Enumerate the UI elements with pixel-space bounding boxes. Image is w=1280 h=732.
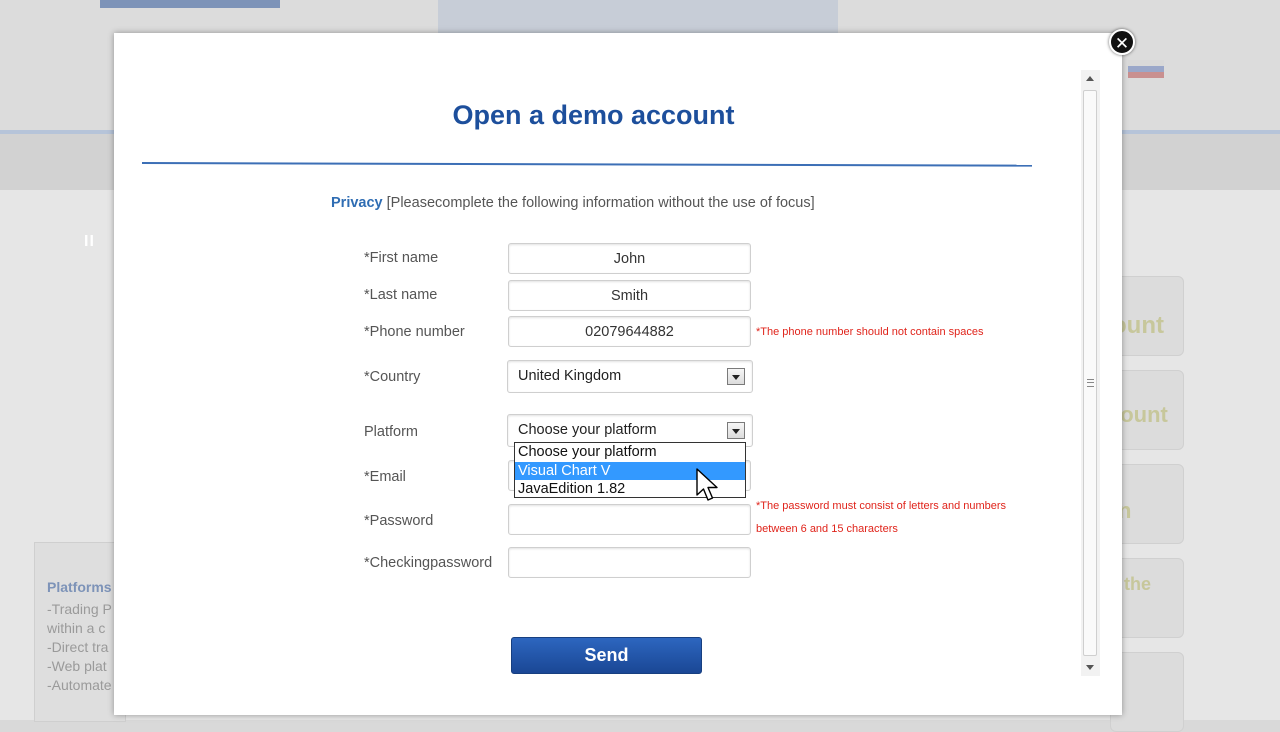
- country-label: *Country: [364, 369, 421, 385]
- first-name-label: *First name: [364, 250, 439, 266]
- checking-password-label: *Checkingpassword: [364, 555, 493, 571]
- phone-label: *Phone number: [364, 324, 465, 340]
- modal-title: Open a demo account: [452, 100, 735, 130]
- scroll-down-icon[interactable]: [1086, 665, 1094, 670]
- privacy-note: [Pleasecomplete the following informatio…: [386, 195, 815, 211]
- checking-password-input[interactable]: [508, 547, 751, 578]
- scroll-up-icon[interactable]: [1086, 76, 1094, 81]
- password-hint: *The password must consist of letters an…: [756, 500, 1007, 512]
- platform-label: Platform: [364, 424, 418, 440]
- scroll-thumb[interactable]: [1083, 90, 1097, 656]
- modal-scrollbar[interactable]: [1081, 70, 1100, 676]
- pause-icon: II: [84, 233, 95, 250]
- last-name-label: *Last name: [364, 287, 438, 303]
- country-select-value: United Kingdom: [518, 368, 622, 384]
- background-logo: [100, 0, 280, 8]
- background-side-line: -Web plat: [47, 658, 107, 674]
- chevron-down-icon[interactable]: [727, 422, 745, 439]
- password-input[interactable]: [508, 504, 751, 535]
- background-side-title: Platforms: [47, 579, 112, 595]
- password-hint-line2: between 6 and 15 characters: [756, 523, 898, 535]
- first-name-input[interactable]: [508, 243, 751, 274]
- send-button[interactable]: Send: [511, 637, 702, 674]
- background-side-line: -Automate: [47, 677, 112, 693]
- platform-option[interactable]: Choose your platform: [515, 443, 745, 462]
- password-label: *Password: [364, 513, 434, 529]
- background-side-line: within a c: [47, 620, 106, 636]
- mouse-pointer-icon: [696, 468, 718, 501]
- grip-icon: [1087, 379, 1094, 387]
- phone-input[interactable]: [508, 316, 751, 347]
- email-label: *Email: [364, 469, 406, 485]
- platform-select-value: Choose your platform: [518, 422, 657, 438]
- privacy-line: Privacy [Pleasecomplete the following in…: [331, 195, 815, 211]
- privacy-link[interactable]: Privacy: [331, 195, 383, 211]
- background-right-label: the: [1124, 574, 1151, 594]
- country-select[interactable]: United Kingdom: [507, 360, 753, 393]
- close-icon[interactable]: ✕: [1109, 29, 1135, 55]
- phone-hint: *The phone number should not contain spa…: [756, 326, 984, 338]
- last-name-input[interactable]: [508, 280, 751, 311]
- chevron-down-icon[interactable]: [727, 368, 745, 385]
- background-side-line: -Trading P: [47, 601, 112, 617]
- language-flag-icon: [1128, 60, 1164, 78]
- background-side-line: -Direct tra: [47, 639, 109, 655]
